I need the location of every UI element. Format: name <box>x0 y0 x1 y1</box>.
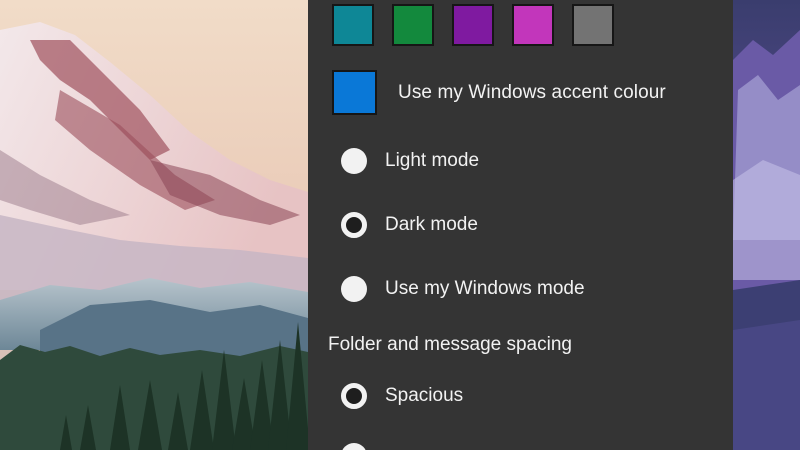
radio-circle-icon[interactable] <box>341 443 367 450</box>
light-mode-label: Light mode <box>385 150 480 171</box>
windows-mode-label: Use my Windows mode <box>385 278 585 299</box>
dark-mode-label: Dark mode <box>385 214 478 235</box>
accent-label: Use my Windows accent colour <box>398 81 666 103</box>
radio-light-mode[interactable]: Light mode <box>341 148 479 174</box>
radio-circle-icon[interactable] <box>341 276 367 302</box>
accent-swatch[interactable] <box>332 70 377 115</box>
radio-dark-mode[interactable]: Dark mode <box>341 212 478 238</box>
mountain-landscape-image <box>0 0 308 450</box>
windows-accent-option[interactable]: Use my Windows accent colour <box>332 70 666 115</box>
swatch-teal[interactable] <box>332 4 374 46</box>
spacing-section-title: Folder and message spacing <box>328 334 572 355</box>
swatch-purple[interactable] <box>452 4 494 46</box>
spacious-label: Spacious <box>385 385 464 406</box>
radio-circle-icon[interactable] <box>341 148 367 174</box>
radio-windows-mode[interactable]: Use my Windows mode <box>341 276 585 302</box>
swatch-magenta[interactable] <box>512 4 554 46</box>
theme-settings-panel: Use my Windows accent colour Light mode … <box>308 0 733 450</box>
swatch-green[interactable] <box>392 4 434 46</box>
radio-spacing-next[interactable] <box>341 443 385 450</box>
radio-circle-icon[interactable] <box>341 212 367 238</box>
purple-mountain-image <box>733 0 800 450</box>
radio-circle-icon[interactable] <box>341 383 367 409</box>
swatch-gray[interactable] <box>572 4 614 46</box>
wallpaper-left <box>0 0 308 450</box>
color-swatch-row <box>332 4 632 46</box>
wallpaper-right <box>733 0 800 450</box>
radio-spacious[interactable]: Spacious <box>341 383 463 409</box>
